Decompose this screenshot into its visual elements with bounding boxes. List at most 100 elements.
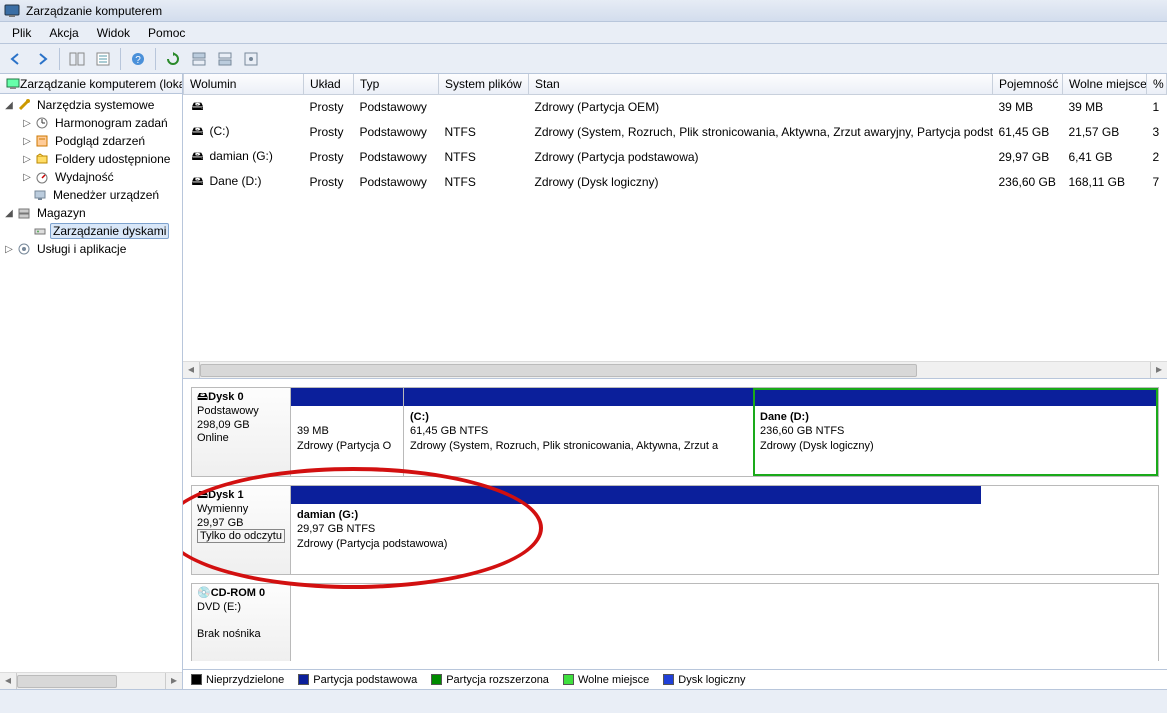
tree-body: ◢ Narzędzia systemowe ▷ Harmonogram zada…: [0, 94, 182, 672]
legend: Nieprzydzielone Partycja podstawowa Part…: [183, 669, 1167, 689]
help-icon: ?: [130, 51, 146, 67]
view-bottom-button[interactable]: [213, 47, 237, 71]
disk-info-cd[interactable]: 💿CD-ROM 0 DVD (E:) Brak nośnika: [192, 584, 291, 661]
tree-label: Wydajność: [52, 170, 117, 184]
disk-row-0: 🖴Dysk 0 Podstawowy 298,09 GB Online 39 M…: [191, 387, 1159, 477]
tree-node-narzedzia[interactable]: ◢ Narzędzia systemowe: [0, 96, 182, 114]
svg-text:?: ?: [135, 55, 141, 66]
titlebar: Zarządzanie komputerem: [0, 0, 1167, 22]
tree-node-uslugi[interactable]: ▷ Usługi i aplikacje: [0, 240, 182, 258]
partition-name: damian (G:): [297, 509, 358, 521]
tree-node-magazyn[interactable]: ◢ Magazyn: [0, 204, 182, 222]
tree-node-harmonogram[interactable]: ▷ Harmonogram zadań: [0, 114, 182, 132]
disk-size: 298,09 GB: [197, 419, 250, 431]
menu-pomoc[interactable]: Pomoc: [140, 24, 193, 42]
window-title: Zarządzanie komputerem: [26, 4, 162, 18]
tree-hscrollbar[interactable]: ◂ ▸: [0, 672, 182, 689]
partition-oem[interactable]: 39 MB Zdrowy (Partycja O: [291, 388, 403, 476]
disk-size: 29,97 GB: [197, 517, 243, 529]
menu-plik[interactable]: Plik: [4, 24, 39, 42]
view-top-button[interactable]: [187, 47, 211, 71]
outer-hscrollbar[interactable]: [0, 689, 1167, 713]
toolbar-separator: [155, 48, 156, 70]
expand-icon[interactable]: ▷: [22, 172, 32, 183]
nav-back-button[interactable]: [4, 47, 28, 71]
volume-row[interactable]: 🖴damian (G:) ProstyPodstawowyNTFS Zdrowy…: [184, 145, 1167, 170]
menu-akcja[interactable]: Akcja: [41, 24, 86, 42]
tree-label: Usługi i aplikacje: [34, 242, 129, 256]
collapse-icon[interactable]: ◢: [4, 100, 14, 111]
disk-icon: 🖴: [197, 489, 208, 501]
expand-icon[interactable]: ▷: [4, 244, 14, 255]
disk-title: Dysk 1: [208, 489, 243, 501]
partition-d[interactable]: Dane (D:) 236,60 GB NTFS Zdrowy (Dysk lo…: [753, 388, 1158, 476]
tree-header[interactable]: Zarządzanie komputerem (loka: [0, 74, 182, 94]
tree-node-menedzer[interactable]: Menedżer urządzeń: [0, 186, 182, 204]
volume-row[interactable]: 🖴(C:) ProstyPodstawowyNTFS Zdrowy (Syste…: [184, 120, 1167, 145]
col-typ[interactable]: Typ: [354, 74, 439, 94]
refresh-icon: [165, 51, 181, 67]
help-button[interactable]: ?: [126, 47, 150, 71]
tools-icon: [16, 97, 32, 113]
col-pojemnosc[interactable]: Pojemność: [993, 74, 1063, 94]
col-stan[interactable]: Stan: [529, 74, 993, 94]
expand-icon[interactable]: ▷: [22, 136, 32, 147]
refresh-button[interactable]: [161, 47, 185, 71]
volume-icon: 🖴: [190, 122, 206, 143]
disk-type: Wymienny: [197, 503, 248, 515]
tree-label: Podgląd zdarzeń: [52, 134, 148, 148]
partition-status: Zdrowy (Partycja podstawowa): [297, 538, 447, 550]
nav-forward-button[interactable]: [30, 47, 54, 71]
disk-type: Podstawowy: [197, 405, 259, 417]
volume-icon: 🖴: [190, 172, 206, 193]
volume-hscrollbar[interactable]: ◂ ▸: [183, 361, 1167, 378]
legend-item: Partycja podstawowa: [298, 674, 417, 686]
tree-node-podglad[interactable]: ▷ Podgląd zdarzeń: [0, 132, 182, 150]
tree-node-wydajnosc[interactable]: ▷ Wydajność: [0, 168, 182, 186]
tree-node-zarzadzanie-dyskami[interactable]: Zarządzanie dyskami: [0, 222, 182, 240]
disk-info-0[interactable]: 🖴Dysk 0 Podstawowy 298,09 GB Online: [192, 388, 291, 476]
arrow-left-icon: [8, 51, 24, 67]
show-hide-console-button[interactable]: [65, 47, 89, 71]
clock-icon: [34, 115, 50, 131]
tree-label: Menedżer urządzeń: [50, 188, 162, 202]
expand-icon[interactable]: ▷: [22, 154, 32, 165]
volume-table: Wolumin Układ Typ System plików Stan Poj…: [183, 74, 1167, 195]
volume-row[interactable]: 🖴 ProstyPodstawowy Zdrowy (Partycja OEM)…: [184, 94, 1167, 120]
toolbar: ?: [0, 44, 1167, 74]
storage-icon: [16, 205, 32, 221]
partition-c[interactable]: (C:) 61,45 GB NTFS Zdrowy (System, Rozru…: [403, 388, 753, 476]
expand-icon[interactable]: ▷: [22, 118, 32, 129]
col-pct[interactable]: %: [1147, 74, 1167, 94]
partition-size: 61,45 GB NTFS: [410, 425, 488, 437]
col-wolne[interactable]: Wolne miejsce: [1063, 74, 1147, 94]
shared-folder-icon: [34, 151, 50, 167]
col-system[interactable]: System plików: [439, 74, 529, 94]
col-wolumin[interactable]: Wolumin: [184, 74, 304, 94]
collapse-icon[interactable]: ◢: [4, 208, 14, 219]
properties-button[interactable]: [91, 47, 115, 71]
partition-bar: [754, 388, 1158, 406]
partition-g[interactable]: damian (G:) 29,97 GB NTFS Zdrowy (Partyc…: [291, 486, 981, 574]
tree-label: Foldery udostępnione: [52, 152, 173, 166]
menu-widok[interactable]: Widok: [89, 24, 138, 42]
col-uklad[interactable]: Układ: [304, 74, 354, 94]
performance-icon: [34, 169, 50, 185]
disk-status: Online: [197, 432, 229, 444]
partition-status: Zdrowy (Dysk logiczny): [760, 440, 874, 452]
settings-button[interactable]: [239, 47, 263, 71]
right-pane: Wolumin Układ Typ System plików Stan Poj…: [183, 74, 1167, 689]
services-icon: [16, 241, 32, 257]
toolbar-separator: [120, 48, 121, 70]
disk-info-1[interactable]: 🖴Dysk 1 Wymienny 29,97 GB Tylko do odczy…: [192, 486, 291, 574]
legend-item: Dysk logiczny: [663, 674, 745, 686]
partition-name: Dane (D:): [760, 411, 809, 423]
tree-node-foldery[interactable]: ▷ Foldery udostępnione: [0, 150, 182, 168]
tree-label: Harmonogram zadań: [52, 116, 171, 130]
disk-row-1: 🖴Dysk 1 Wymienny 29,97 GB Tylko do odczy…: [191, 485, 1159, 575]
device-icon: [32, 187, 48, 203]
event-icon: [34, 133, 50, 149]
volume-row[interactable]: 🖴Dane (D:) ProstyPodstawowyNTFS Zdrowy (…: [184, 170, 1167, 195]
arrow-right-icon: [34, 51, 50, 67]
list-icon: [95, 51, 111, 67]
